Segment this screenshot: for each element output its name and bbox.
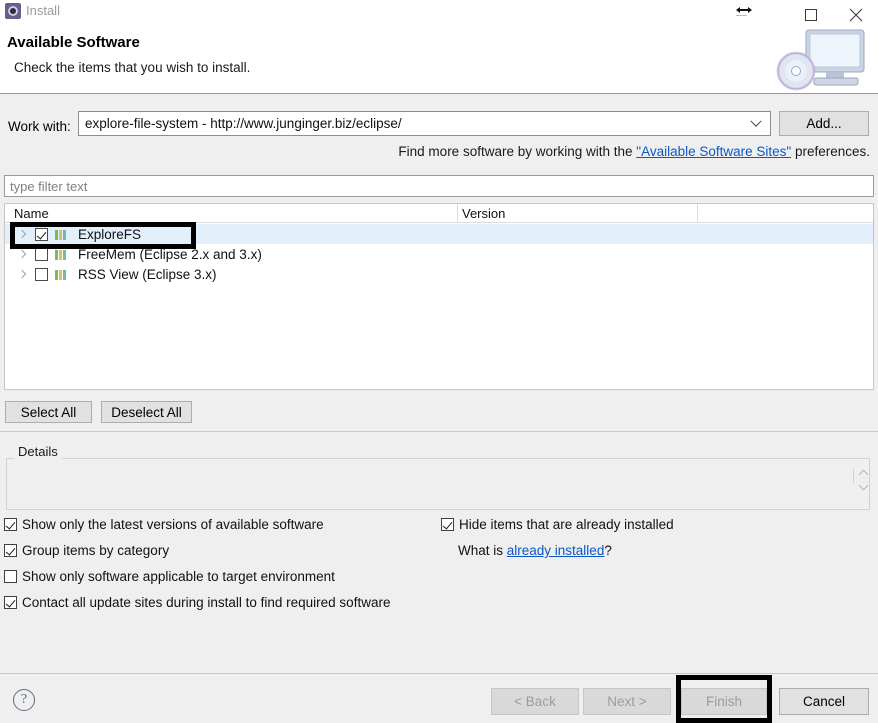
body-divider (0, 431, 878, 432)
column-header-version[interactable]: Version (462, 206, 505, 221)
spinner-up-down-icon[interactable] (856, 467, 870, 493)
select-all-button[interactable]: Select All (5, 401, 92, 423)
window-title: Install (26, 3, 60, 18)
option-label: Contact all update sites during install … (22, 595, 391, 610)
row-name: ExploreFS (78, 226, 142, 242)
dialog-body: Work with: explore-file-system - http://… (0, 94, 878, 673)
page-title: Available Software (7, 34, 140, 51)
cancel-button[interactable]: Cancel (779, 688, 869, 715)
option-contact-update-sites[interactable]: Contact all update sites during install … (4, 595, 390, 610)
option-label: Show only software applicable to target … (22, 569, 335, 584)
tree-header: Name Version (5, 204, 873, 223)
next-button[interactable]: Next > (583, 688, 671, 715)
details-label: Details (14, 444, 62, 459)
help-question-icon[interactable]: ? (13, 689, 35, 711)
install-dialog: Install Available Software Check the ite… (0, 0, 878, 723)
work-with-combobox[interactable]: explore-file-system - http://www.junging… (78, 111, 771, 136)
row-name: RSS View (Eclipse 3.x) (78, 266, 217, 282)
feature-icon (55, 248, 70, 260)
chevron-right-icon[interactable] (15, 227, 29, 241)
find-more-suffix: preferences. (791, 144, 870, 159)
already-installed-link[interactable]: already installed (507, 543, 605, 558)
column-separator[interactable] (457, 204, 458, 223)
finish-button[interactable]: Finish (681, 688, 767, 715)
table-row[interactable]: RSS View (Eclipse 3.x) (5, 264, 873, 284)
checkbox[interactable] (4, 518, 17, 531)
option-label: Show only the latest versions of availab… (22, 517, 324, 532)
add-site-button[interactable]: Add... (779, 111, 869, 136)
footer-divider (0, 673, 878, 674)
work-with-value: explore-file-system - http://www.junging… (85, 116, 402, 131)
find-more-prefix: Find more software by working with the (398, 144, 637, 159)
what-is-already-installed: What is already installed? (458, 543, 612, 558)
available-software-sites-link[interactable]: "Available Software Sites" (636, 144, 791, 159)
filter-input[interactable] (5, 176, 873, 196)
filter-field[interactable] (4, 175, 874, 197)
table-row[interactable]: ExploreFS (5, 224, 873, 244)
column-header-name[interactable]: Name (14, 206, 49, 221)
deselect-all-button[interactable]: Deselect All (101, 401, 192, 423)
checkbox[interactable] (441, 518, 454, 531)
install-gear-icon (5, 3, 21, 19)
option-label: Group items by category (22, 543, 170, 558)
checkbox[interactable] (4, 596, 17, 609)
title-bar: Install (0, 0, 878, 22)
chevron-right-icon[interactable] (15, 247, 29, 261)
software-tree[interactable]: Name Version ExploreFS FreeMem (Eclipse … (4, 203, 874, 390)
feature-icon (55, 268, 70, 280)
checkbox[interactable] (4, 544, 17, 557)
what-is-prefix: What is (458, 543, 507, 558)
details-group (6, 458, 870, 510)
checkbox[interactable] (4, 570, 17, 583)
back-button[interactable]: < Back (491, 688, 579, 715)
option-label: Hide items that are already installed (459, 517, 674, 532)
chevron-down-icon[interactable] (742, 112, 770, 135)
option-show-latest-versions[interactable]: Show only the latest versions of availab… (4, 517, 324, 532)
tree-rows: ExploreFS FreeMem (Eclipse 2.x and 3.x) … (5, 224, 873, 284)
table-row[interactable]: FreeMem (Eclipse 2.x and 3.x) (5, 244, 873, 264)
chevron-right-icon[interactable] (15, 267, 29, 281)
page-subtitle: Check the items that you wish to install… (14, 60, 251, 75)
work-with-label: Work with: (8, 119, 71, 134)
dialog-header: Available Software Check the items that … (0, 22, 878, 94)
row-name: FreeMem (Eclipse 2.x and 3.x) (78, 246, 262, 262)
feature-icon (55, 228, 70, 240)
option-hide-installed-items[interactable]: Hide items that are already installed (441, 517, 674, 532)
details-grip (853, 469, 854, 483)
find-more-software-text: Find more software by working with the "… (398, 144, 870, 159)
monitor-cd-icon (774, 26, 870, 92)
row-checkbox[interactable] (35, 267, 48, 281)
option-applicable-to-target[interactable]: Show only software applicable to target … (4, 569, 335, 584)
what-is-suffix: ? (604, 543, 612, 558)
row-checkbox[interactable] (35, 227, 48, 241)
column-separator[interactable] (697, 204, 698, 223)
row-checkbox[interactable] (35, 247, 48, 261)
option-group-by-category[interactable]: Group items by category (4, 543, 169, 558)
